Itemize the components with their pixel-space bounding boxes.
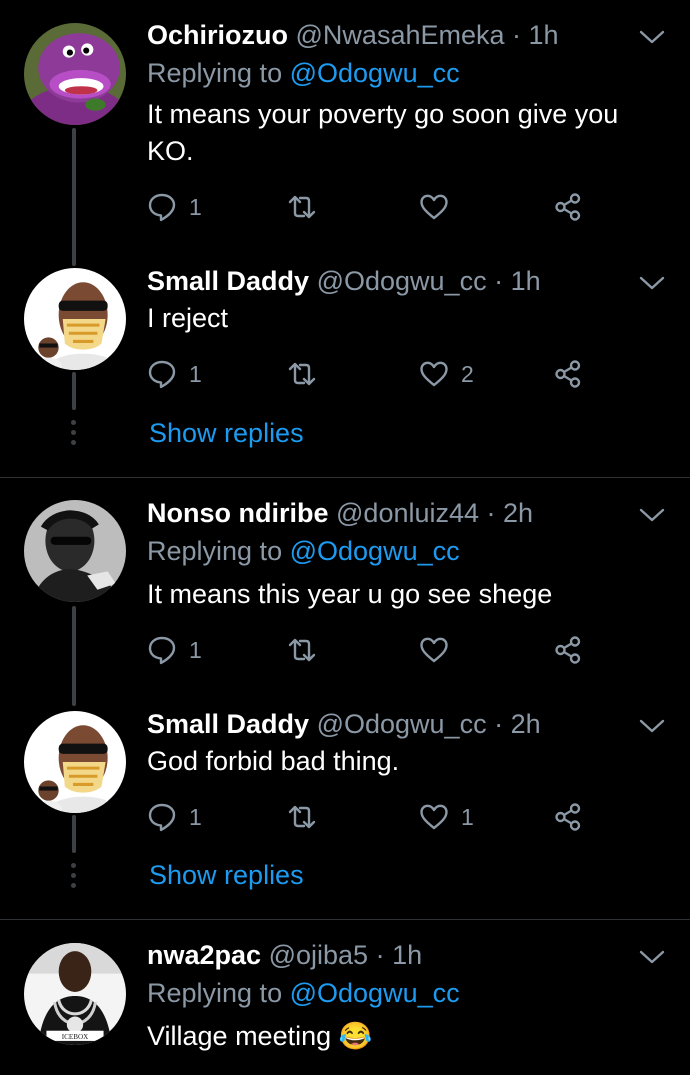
thread-line (72, 815, 76, 853)
show-replies-link[interactable]: Show replies (149, 418, 304, 449)
tweet-text: It means this year u go see shege (147, 579, 553, 609)
thread-ellipsis (71, 863, 77, 893)
share-icon (555, 636, 581, 664)
reply-icon (148, 636, 176, 665)
tweet-actions: 1 2 (147, 357, 597, 391)
avatar[interactable] (24, 268, 126, 370)
reply-button[interactable]: 1 (147, 357, 202, 391)
replying-to-label: Replying to (147, 58, 283, 88)
chevron-down-icon[interactable] (638, 948, 666, 966)
like-count: 1 (461, 803, 474, 830)
replying-to-label: Replying to (147, 536, 283, 566)
thread-ellipsis (71, 420, 77, 450)
share-icon (555, 360, 581, 388)
reply-icon (148, 803, 176, 832)
replying-to: Replying to @Odogwu_cc (147, 976, 460, 1010)
replying-to-handle[interactable]: @Odogwu_cc (290, 58, 460, 88)
chevron-down-icon[interactable] (638, 28, 666, 46)
tweet-actions: 1 (147, 190, 597, 224)
share-icon (555, 193, 581, 221)
share-button[interactable] (553, 190, 583, 224)
tweet-header: Small Daddy @Odogwu_cc · 2h (147, 707, 541, 741)
chevron-down-icon[interactable] (638, 506, 666, 524)
like-button[interactable]: 1 (419, 800, 474, 834)
like-button[interactable] (419, 633, 461, 667)
avatar[interactable]: ICEBOX (24, 943, 126, 1045)
retweet-icon (288, 195, 316, 219)
like-count: 2 (461, 360, 474, 387)
reply-icon (148, 360, 176, 389)
reply-icon (148, 193, 176, 222)
chevron-down-icon[interactable] (638, 717, 666, 735)
retweet-icon (288, 805, 316, 829)
replying-to-handle[interactable]: @Odogwu_cc (290, 978, 460, 1008)
thread-line (72, 606, 76, 706)
retweet-icon (288, 638, 316, 662)
replying-to-label: Replying to (147, 978, 283, 1008)
heart-icon (420, 361, 448, 387)
heart-icon (420, 804, 448, 830)
replying-to: Replying to @Odogwu_cc (147, 56, 460, 90)
retweet-button[interactable] (285, 800, 331, 834)
tweet-text: It means your poverty go soon give you K… (147, 99, 619, 166)
user-handle[interactable]: @donluiz44 (336, 498, 479, 528)
display-name[interactable]: Ochiriozuo (147, 20, 288, 50)
reply-count: 1 (189, 193, 202, 220)
display-name[interactable]: Small Daddy (147, 266, 309, 296)
avatar[interactable] (24, 711, 126, 813)
tweet-text: God forbid bad thing. (147, 746, 400, 776)
share-button[interactable] (553, 800, 583, 834)
timestamp[interactable]: · 2h (494, 709, 541, 739)
replying-to: Replying to @Odogwu_cc (147, 534, 460, 568)
replying-to-handle[interactable]: @Odogwu_cc (290, 536, 460, 566)
reply-button[interactable]: 1 (147, 633, 202, 667)
display-name[interactable]: nwa2pac (147, 940, 261, 970)
avatar[interactable] (24, 23, 126, 125)
divider (0, 919, 690, 920)
reply-button[interactable]: 1 (147, 800, 202, 834)
tweet-header: nwa2pac @ojiba5 · 1h (147, 938, 422, 972)
display-name[interactable]: Small Daddy (147, 709, 309, 739)
like-button[interactable] (419, 190, 461, 224)
tweet-actions: 1 1 (147, 800, 597, 834)
user-handle[interactable]: @NwasahEmeka (296, 20, 505, 50)
reply-count: 1 (189, 636, 202, 663)
display-name[interactable]: Nonso ndiribe (147, 498, 329, 528)
avatar[interactable] (24, 500, 126, 602)
share-icon (555, 803, 581, 831)
user-handle[interactable]: @Odogwu_cc (317, 266, 487, 296)
thread-line (72, 372, 76, 410)
heart-icon (420, 194, 448, 220)
tweet-text: Village meeting 😂 (147, 1021, 373, 1051)
tweet-header: Ochiriozuo @NwasahEmeka · 1h (147, 18, 559, 52)
like-button[interactable]: 2 (419, 357, 474, 391)
timestamp[interactable]: · 1h (376, 940, 423, 970)
tweet-actions: 1 (147, 633, 597, 667)
chevron-down-icon[interactable] (638, 274, 666, 292)
tweet-header: Nonso ndiribe @donluiz44 · 2h (147, 496, 533, 530)
user-handle[interactable]: @Odogwu_cc (317, 709, 487, 739)
share-button[interactable] (553, 633, 583, 667)
heart-icon (420, 637, 448, 663)
retweet-button[interactable] (285, 190, 331, 224)
retweet-button[interactable] (285, 357, 331, 391)
reply-count: 1 (189, 803, 202, 830)
user-handle[interactable]: @ojiba5 (269, 940, 368, 970)
divider (0, 477, 690, 478)
reply-button[interactable]: 1 (147, 190, 202, 224)
timestamp[interactable]: · 2h (487, 498, 534, 528)
thread-line (72, 128, 76, 266)
tweet-header: Small Daddy @Odogwu_cc · 1h (147, 264, 541, 298)
timestamp[interactable]: · 1h (512, 20, 559, 50)
reply-count: 1 (189, 360, 202, 387)
timestamp[interactable]: · 1h (494, 266, 541, 296)
tweet-text: I reject (147, 303, 229, 333)
avatar-caption: ICEBOX (62, 1033, 89, 1041)
retweet-button[interactable] (285, 633, 331, 667)
retweet-icon (288, 362, 316, 386)
share-button[interactable] (553, 357, 583, 391)
show-replies-link[interactable]: Show replies (149, 860, 304, 891)
